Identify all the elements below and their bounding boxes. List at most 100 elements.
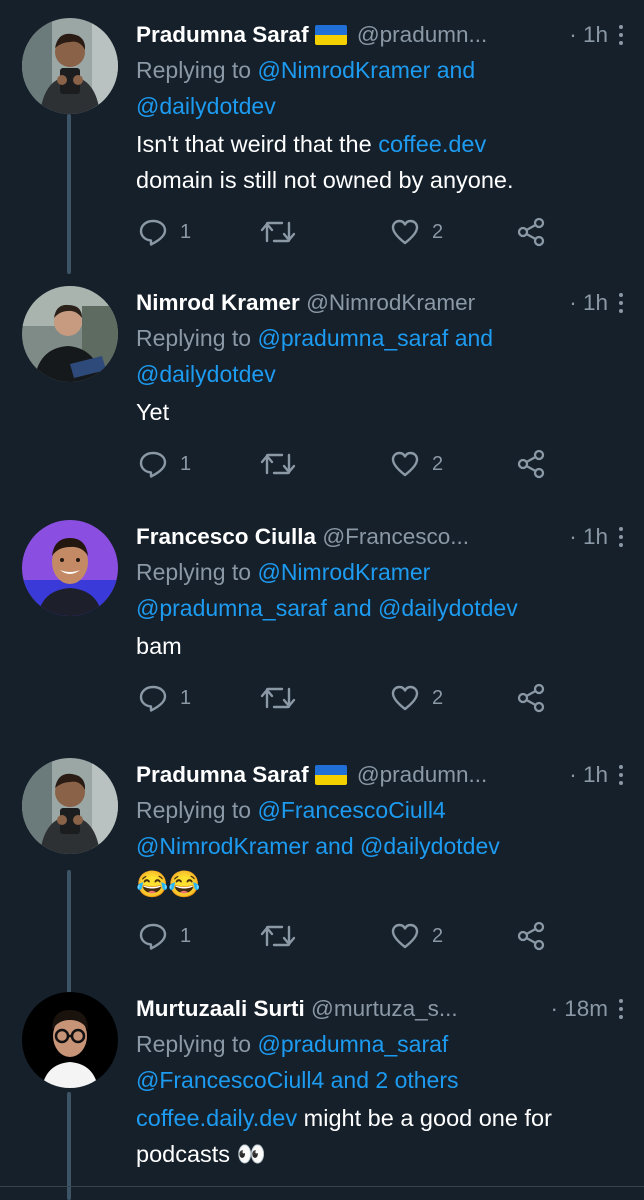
ukraine-flag (314, 765, 347, 785)
retweet-button[interactable] (260, 678, 308, 718)
timestamp[interactable]: · 1h (565, 286, 608, 320)
mention-link[interactable]: @NimrodKramer and (257, 57, 475, 83)
display-name[interactable]: Murtuzaali Surti (136, 996, 305, 1021)
share-icon (517, 217, 545, 247)
avatar[interactable] (22, 18, 118, 114)
retweet-icon (260, 453, 296, 475)
reply-button[interactable]: 1 (138, 212, 191, 252)
mention-link[interactable]: @FrancescoCiull4 (257, 797, 445, 823)
mention-link[interactable]: @pradumna_saraf (257, 1031, 448, 1057)
tweet-actions: 1 2 (136, 212, 616, 252)
tweet-actions: 1 2 (136, 916, 616, 956)
tweet-text: 😂😂 (136, 869, 201, 899)
tweet-header: Murtuzaali Surti @murtuza_s... · 18m (136, 992, 623, 1026)
tweet-content: Murtuzaali Surti @murtuza_s... · 18m Rep… (136, 992, 623, 1172)
user-handle[interactable]: @pradumn... (357, 22, 487, 47)
more-options-icon[interactable] (614, 286, 628, 320)
reply-icon (139, 685, 167, 712)
tweet-header: Nimrod Kramer @NimrodKramer · 1h (136, 286, 623, 320)
replying-to: Replying to @FrancescoCiull4 @NimrodKram… (136, 797, 500, 859)
mention-link[interactable]: @FrancescoCiull4 and 2 others (136, 1067, 459, 1093)
reply-count: 1 (180, 686, 192, 709)
reply-button[interactable]: 1 (138, 678, 191, 718)
timestamp[interactable]: · 1h (565, 18, 608, 52)
tweet-text: Yet (136, 399, 170, 425)
avatar[interactable] (22, 758, 118, 854)
more-options-icon[interactable] (614, 520, 628, 554)
share-button[interactable] (516, 678, 546, 718)
tweet[interactable]: Nimrod Kramer @NimrodKramer · 1h Replyin… (0, 286, 644, 486)
tweet-header: Francesco Ciulla @Francesco... · 1h (136, 520, 623, 554)
more-options-icon[interactable] (614, 18, 628, 52)
timestamp[interactable]: · 1h (565, 520, 608, 554)
replying-to: Replying to @pradumna_saraf @FrancescoCi… (136, 1031, 459, 1093)
retweet-button[interactable] (260, 444, 308, 484)
reply-icon (139, 923, 167, 950)
display-name[interactable]: Pradumna Saraf (136, 22, 309, 47)
tweet[interactable]: Francesco Ciulla @Francesco... · 1h Repl… (0, 520, 644, 720)
tweet[interactable]: Murtuzaali Surti @murtuza_s... · 18m Rep… (0, 992, 644, 1192)
tweet-content: Francesco Ciulla @Francesco... · 1h Repl… (136, 520, 623, 718)
mention-link[interactable]: @NimrodKramer and @dailydotdev (136, 833, 500, 859)
tweet[interactable]: Pradumna Saraf @pradumn... · 1h Replying… (0, 18, 644, 258)
like-count: 2 (432, 924, 444, 947)
user-handle[interactable]: @NimrodKramer (306, 290, 475, 315)
tweet[interactable]: Pradumna Saraf @pradumn... · 1h Replying… (0, 758, 644, 968)
reply-button[interactable]: 1 (138, 444, 191, 484)
reply-icon (139, 219, 167, 246)
like-button[interactable]: 2 (390, 212, 443, 252)
like-button[interactable]: 2 (390, 444, 443, 484)
ukraine-flag (314, 25, 347, 45)
mention-link[interactable]: @pradumna_saraf and (257, 325, 493, 351)
like-button[interactable]: 2 (390, 916, 443, 956)
mention-link[interactable]: @dailydotdev (136, 93, 276, 119)
heart-icon (391, 923, 419, 949)
display-name[interactable]: Francesco Ciulla (136, 524, 316, 549)
retweet-icon (260, 687, 296, 709)
share-button[interactable] (516, 212, 546, 252)
tweet-content: Pradumna Saraf @pradumn... · 1h Replying… (136, 758, 623, 956)
divider (0, 1186, 644, 1187)
like-button[interactable]: 2 (390, 678, 443, 718)
heart-icon (391, 451, 419, 477)
more-options-icon[interactable] (614, 758, 628, 792)
tweet-text: coffee.daily.dev might be a good one for… (136, 1105, 552, 1167)
retweet-button[interactable] (260, 916, 308, 956)
mention-link[interactable]: @dailydotdev (136, 361, 276, 387)
user-handle[interactable]: @murtuza_s... (311, 996, 458, 1021)
share-icon (517, 683, 545, 713)
user-handle[interactable]: @Francesco... (322, 524, 469, 549)
share-button[interactable] (516, 444, 546, 484)
url-link[interactable]: coffee.daily.dev (136, 1105, 297, 1131)
like-count: 2 (432, 220, 444, 243)
reply-count: 1 (180, 452, 192, 475)
retweet-icon (260, 221, 296, 243)
tweet-content: Pradumna Saraf @pradumn... · 1h Replying… (136, 18, 623, 252)
replying-to: Replying to @NimrodKramer @pradumna_sara… (136, 559, 518, 621)
like-count: 2 (432, 686, 444, 709)
tweet-actions: 1 2 (136, 678, 616, 718)
display-name[interactable]: Pradumna Saraf (136, 762, 309, 787)
reply-count: 1 (180, 220, 192, 243)
timestamp[interactable]: · 18m (546, 992, 608, 1026)
avatar[interactable] (22, 992, 118, 1088)
mention-link[interactable]: @pradumna_saraf and @dailydotdev (136, 595, 518, 621)
avatar[interactable] (22, 286, 118, 382)
retweet-button[interactable] (260, 212, 308, 252)
display-name[interactable]: Nimrod Kramer (136, 290, 300, 315)
user-handle[interactable]: @pradumn... (357, 762, 487, 787)
timestamp[interactable]: · 1h (565, 758, 608, 792)
tweet-header: Pradumna Saraf @pradumn... · 1h (136, 18, 623, 52)
share-button[interactable] (516, 916, 546, 956)
mention-link[interactable]: @NimrodKramer (257, 559, 430, 585)
like-count: 2 (432, 452, 444, 475)
share-icon (517, 449, 545, 479)
more-options-icon[interactable] (614, 992, 628, 1026)
tweet-actions: 1 2 (136, 444, 616, 484)
reply-button[interactable]: 1 (138, 916, 191, 956)
avatar[interactable] (22, 520, 118, 616)
heart-icon (391, 685, 419, 711)
replying-to: Replying to @NimrodKramer and @dailydotd… (136, 57, 476, 119)
tweet-header: Pradumna Saraf @pradumn... · 1h (136, 758, 623, 792)
url-link[interactable]: coffee.dev (378, 131, 486, 157)
